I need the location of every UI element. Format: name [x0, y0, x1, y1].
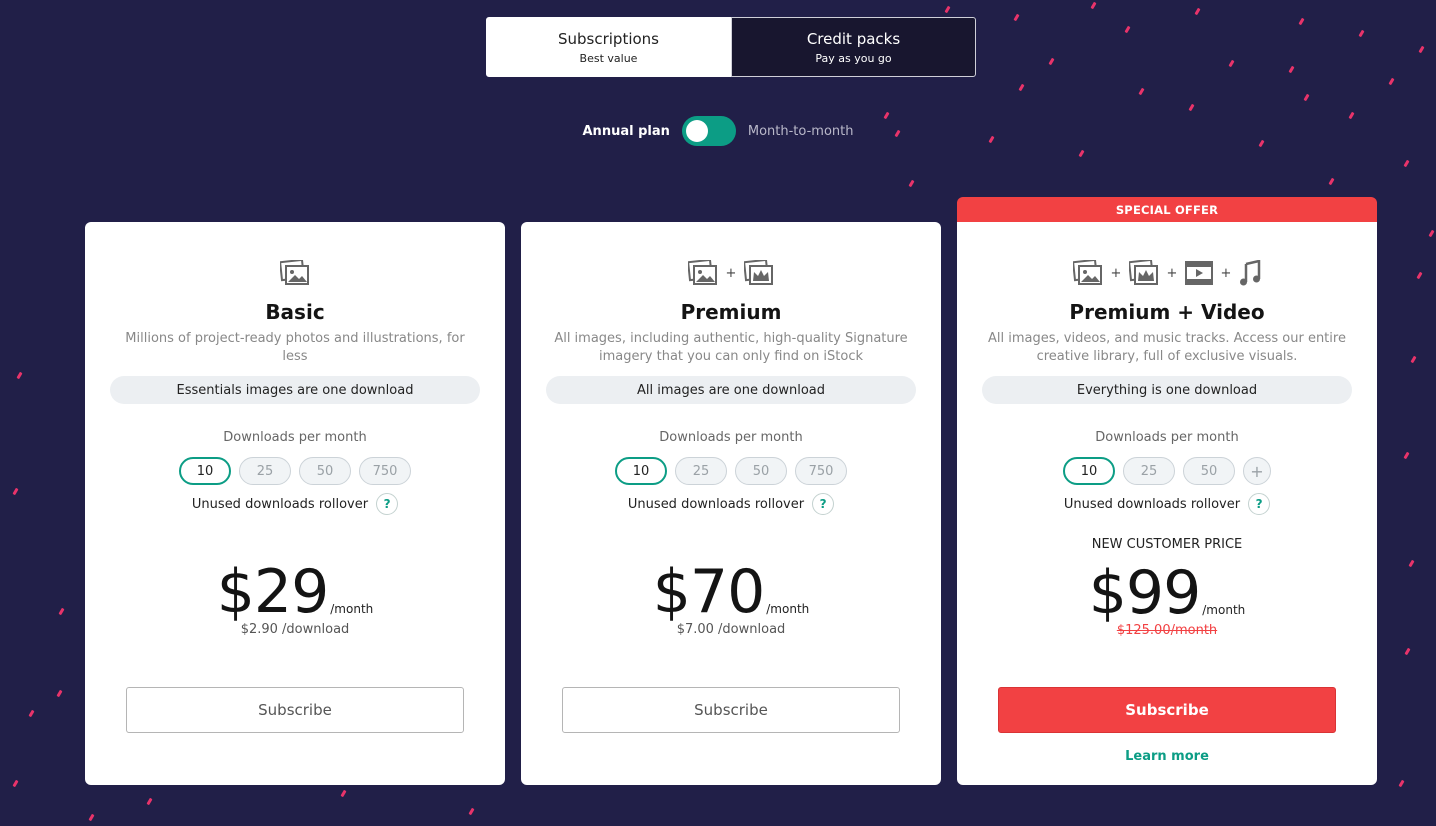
price-row: $29 /month	[85, 562, 505, 622]
rollover-label: Unused downloads rollover	[1063, 496, 1241, 512]
plan-name: Basic	[265, 300, 325, 324]
signature-image-icon	[744, 260, 773, 285]
plan-icons	[85, 260, 505, 286]
plus-sign: +	[725, 265, 737, 281]
original-price: $125.00/month	[1116, 623, 1218, 638]
plan-description: All images, videos, and music tracks. Ac…	[988, 331, 1346, 364]
price-amount: $99	[1088, 558, 1202, 628]
downloads-per-month-label: Downloads per month	[659, 430, 803, 445]
image-icon	[280, 260, 309, 285]
plan-icons: + + +	[957, 260, 1377, 286]
download-option-50[interactable]: 50	[735, 457, 787, 485]
downloads-per-month-label: Downloads per month	[1095, 430, 1239, 445]
download-option-50[interactable]: 50	[299, 457, 351, 485]
subscribe-button[interactable]: Subscribe	[562, 687, 900, 733]
plan-download-pill: All images are one download	[546, 376, 916, 404]
plus-sign: +	[1166, 265, 1178, 281]
plan-description: Millions of project-ready photos and ill…	[125, 331, 465, 364]
price-row: $99 /month	[957, 563, 1377, 623]
tab-credit-packs-subtitle: Pay as you go	[815, 51, 892, 65]
downloads-options: 10 25 50 +	[957, 457, 1377, 485]
tab-subscriptions[interactable]: Subscriptions Best value	[486, 17, 731, 77]
tab-credit-packs-title: Credit packs	[806, 29, 901, 48]
download-option-10[interactable]: 10	[1063, 457, 1115, 485]
new-customer-price-label: NEW CUSTOMER PRICE	[1091, 537, 1243, 552]
price-per-download: $7.00 /download	[676, 622, 786, 637]
learn-more-link[interactable]: Learn more	[957, 749, 1377, 764]
price-period: /month	[1202, 603, 1246, 617]
tab-subscriptions-title: Subscriptions	[557, 29, 659, 48]
help-icon[interactable]: ?	[376, 493, 399, 515]
download-option-10[interactable]: 10	[615, 457, 667, 485]
rollover-row: Unused downloads rollover ?	[521, 493, 941, 515]
download-option-10[interactable]: 10	[179, 457, 231, 485]
plan-type-tabs: Subscriptions Best value Credit packs Pa…	[486, 17, 976, 77]
switch-knob	[685, 120, 708, 142]
special-offer-banner: SPECIAL OFFER	[957, 197, 1377, 222]
help-icon[interactable]: ?	[812, 493, 835, 515]
plan-download-pill: Everything is one download	[982, 376, 1352, 404]
plus-sign: +	[1220, 265, 1232, 281]
rollover-label: Unused downloads rollover	[191, 496, 369, 512]
annual-plan-label[interactable]: Annual plan	[583, 124, 670, 139]
plan-card-basic: Basic Millions of project-ready photos a…	[85, 222, 505, 785]
subscribe-button[interactable]: Subscribe	[998, 687, 1336, 733]
price-row: $70 /month	[521, 562, 941, 622]
billing-toggle-row: Annual plan Month-to-month	[0, 116, 1436, 146]
rollover-label: Unused downloads rollover	[627, 496, 805, 512]
tab-credit-packs[interactable]: Credit packs Pay as you go	[731, 17, 976, 77]
download-option-750[interactable]: 750	[359, 457, 411, 485]
plan-card-premium: + Premium All images, including authenti…	[521, 222, 941, 785]
plan-icons: +	[521, 260, 941, 286]
price-period: /month	[766, 602, 810, 616]
image-icon	[1073, 260, 1102, 285]
tab-subscriptions-subtitle: Best value	[579, 51, 638, 65]
rollover-row: Unused downloads rollover ?	[957, 493, 1377, 515]
subscribe-button[interactable]: Subscribe	[126, 687, 464, 733]
rollover-row: Unused downloads rollover ?	[85, 493, 505, 515]
download-option-750[interactable]: 750	[795, 457, 847, 485]
plan-card-premium-video: + + + Premium + Video All images, videos…	[957, 222, 1377, 785]
plan-name: Premium + Video	[1069, 300, 1265, 324]
plan-description: All images, including authentic, high-qu…	[554, 331, 908, 364]
price-period: /month	[330, 602, 374, 616]
image-icon	[688, 260, 717, 285]
plus-sign: +	[1110, 265, 1122, 281]
download-option-25[interactable]: 25	[1123, 457, 1175, 485]
price-amount: $29	[216, 557, 330, 627]
plan-download-pill: Essentials images are one download	[110, 376, 480, 404]
plan-name: Premium	[680, 300, 782, 324]
downloads-options: 10 25 50 750	[521, 457, 941, 485]
billing-period-switch[interactable]	[681, 116, 736, 146]
more-options-button[interactable]: +	[1243, 457, 1271, 485]
download-option-25[interactable]: 25	[239, 457, 291, 485]
help-icon[interactable]: ?	[1248, 493, 1271, 515]
downloads-options: 10 25 50 750	[85, 457, 505, 485]
download-option-50[interactable]: 50	[1183, 457, 1235, 485]
month-to-month-label[interactable]: Month-to-month	[748, 124, 854, 139]
price-per-download: $2.90 /download	[240, 622, 350, 637]
price-amount: $70	[652, 557, 766, 627]
download-option-25[interactable]: 25	[675, 457, 727, 485]
signature-image-icon	[1129, 260, 1158, 285]
downloads-per-month-label: Downloads per month	[223, 430, 367, 445]
music-note-icon	[1240, 260, 1261, 286]
video-icon	[1185, 261, 1213, 285]
